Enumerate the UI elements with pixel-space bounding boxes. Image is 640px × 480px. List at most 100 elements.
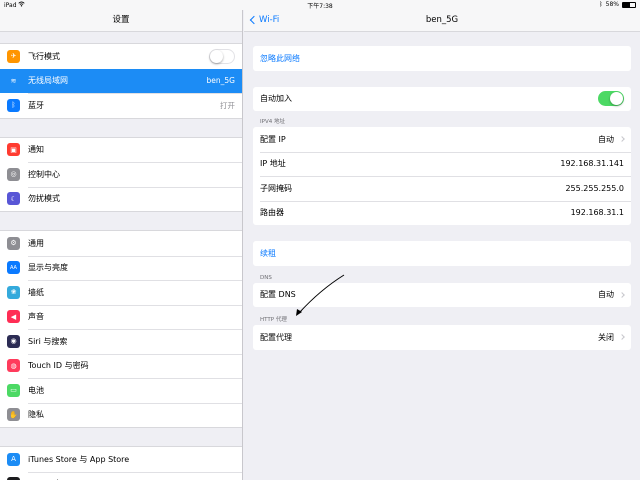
status-time: 下午7:38 [307,3,333,10]
status-bar: iPad 下午7:38 ᛒ 58% [0,0,640,10]
sidebar-item-label: 隐私 [28,410,44,420]
ipv4-row[interactable]: 配置 IP 自动 [253,127,631,152]
sidebar-item-battery[interactable]: ▭ 电池 [0,378,242,403]
ipv4-value: 255.255.255.0 [565,183,624,193]
sidebar-item-label: 蓝牙 [28,100,44,110]
sidebar-item-app-store[interactable]: AiTunes Store 与 App Store [0,447,242,472]
sidebar-item-notifications[interactable]: ▣ 通知 [0,138,242,163]
dns-value: 自动 [598,290,614,300]
battery-level-icon [622,1,636,8]
sidebar-item-label: 飞行模式 [28,51,60,61]
airplane-icon: ✈ [7,49,20,63]
control-center-icon: ◎ [7,167,20,181]
sidebar-item-label: 无线局域网 [28,76,68,86]
sidebar-item-label: iTunes Store 与 App Store [28,454,130,464]
sound-icon: ◀ [7,310,20,324]
settings-group: AiTunes Store 与 App Store▤Wallet 与 Apple… [0,446,242,480]
status-right: ᛒ 58% [599,1,636,8]
gear-icon: ⚙ [7,236,20,250]
sidebar-item-wifi[interactable]: ≋ 无线局域网 ben_5G [0,68,242,93]
sidebar-item-label: 电池 [28,385,44,395]
proxy-section-title: HTTP 代理 [260,317,287,323]
settings-sidebar: 设置 ✈ 飞行模式 ≋ 无线局域网 ben_5G ᛒ 蓝牙 打开 ▣ 通知 ◎ 控制中心 ☾ 勿扰模式 ⚙ 通… [0,10,243,480]
dns-card: 配置 DNS 自动 [253,282,631,308]
sidebar-item-siri[interactable]: ◉ Siri 与搜索 [0,329,242,354]
sidebar-item-display[interactable]: AA 显示与亮度 [0,255,242,281]
sidebar-item-gear[interactable]: ⚙ 通用 [0,231,242,256]
airplane-mode-toggle[interactable] [209,48,235,64]
renew-lease-button[interactable]: 续租 [253,241,631,266]
chevron-right-icon [619,334,625,341]
chevron-left-icon [249,15,259,25]
battery-icon: ▭ [7,383,20,397]
sidebar-item-sound[interactable]: ◀ 声音 [0,304,242,330]
wallpaper-icon: ❀ [7,285,20,299]
forget-network-button[interactable]: 忽略此网络 [253,46,631,71]
detail-header: Wi-Fi ben_5G [244,10,640,32]
forget-network-card: 忽略此网络 [253,46,631,71]
back-button[interactable]: Wi-Fi [249,10,279,30]
ipv4-label: 配置 IP [260,134,286,144]
dns-section-title: DNS [260,274,272,281]
auto-join-toggle[interactable] [598,91,624,107]
ipv4-row: 子网掩码 255.255.255.0 [253,176,631,201]
display-icon: AA [7,261,20,275]
auto-join-label: 自动加入 [260,94,292,104]
ipv4-value: 自动 [598,134,614,144]
notifications-icon: ▣ [7,143,20,157]
sidebar-item-value: 打开 [220,100,235,110]
sidebar-item-wallet[interactable]: ▤Wallet 与 Apple Pay [0,471,242,480]
sidebar-item-control-center[interactable]: ◎ 控制中心 [0,162,242,187]
sidebar-item-label: 墙纸 [28,287,44,297]
proxy-card: 配置代理 关闭 [253,325,631,350]
dns-row[interactable]: 配置 DNS 自动 [253,283,631,308]
sidebar-item-airplane[interactable]: ✈ 飞行模式 [0,44,242,69]
settings-group: ⚙ 通用 AA 显示与亮度 ❀ 墙纸 ◀ 声音 ◉ Siri 与搜索 ◍ Touch ID 与密码 ▭ 电… [0,230,242,428]
fingerprint-icon: ◍ [7,359,20,373]
auto-join-row: 自动加入 [253,87,631,112]
settings-group: ▣ 通知 ◎ 控制中心 ☾ 勿扰模式 [0,136,242,212]
sidebar-item-label: 通知 [28,145,44,155]
renew-lease-label: 续租 [260,248,276,258]
chevron-right-icon [619,136,625,143]
sidebar-item-value: ben_5G [206,76,235,86]
ipv4-card: 配置 IP 自动 IP 地址 192.168.31.141 子网掩码 255.255.25… [253,127,631,225]
ipv4-row: IP 地址 192.168.31.141 [253,151,631,177]
sidebar-item-fingerprint[interactable]: ◍ Touch ID 与密码 [0,353,242,379]
sidebar-item-bluetooth[interactable]: ᛒ 蓝牙 打开 [0,93,242,118]
toggle-knob [210,49,223,63]
sidebar-item-hand[interactable]: ✋ 隐私 [0,402,242,428]
back-label: Wi-Fi [259,15,280,25]
ipv4-section-title: IPV4 地址 [260,119,285,125]
sidebar-title: 设置 [0,10,242,32]
forget-network-label: 忽略此网络 [260,53,300,63]
wifi-icon: ≋ [7,74,20,88]
ipv4-value: 192.168.31.141 [560,159,624,169]
proxy-value: 关闭 [598,332,614,342]
moon-icon: ☾ [7,192,20,206]
wifi-detail-pane: Wi-Fi ben_5G 忽略此网络 自动加入 IPV4 地址 配置 IP 自动 I… [244,10,640,480]
proxy-row[interactable]: 配置代理 关闭 [253,325,631,350]
sidebar-item-label: Touch ID 与密码 [28,361,89,371]
ipv4-label: 路由器 [260,208,284,218]
battery-percent: 58% [605,1,619,8]
sidebar-item-label: 声音 [28,312,44,322]
settings-group: ✈ 飞行模式 ≋ 无线局域网 ben_5G ᛒ 蓝牙 打开 [0,43,242,119]
sidebar-groups: ✈ 飞行模式 ≋ 无线局域网 ben_5G ᛒ 蓝牙 打开 ▣ 通知 ◎ 控制中心 ☾ 勿扰模式 ⚙ 通用 AA… [0,43,242,480]
sidebar-item-label: 控制中心 [28,169,60,179]
sidebar-item-label: 显示与亮度 [28,263,68,273]
toggle-knob [610,92,623,106]
renew-lease-card: 续租 [253,241,631,266]
bluetooth-status-icon: ᛒ [599,1,603,8]
sidebar-item-moon[interactable]: ☾ 勿扰模式 [0,186,242,212]
siri-icon: ◉ [7,334,20,348]
ipv4-label: 子网掩码 [260,183,292,193]
sidebar-item-label: 通用 [28,238,44,248]
ipv4-label: IP 地址 [260,159,286,169]
sidebar-item-label: 勿扰模式 [28,194,60,204]
sidebar-item-wallpaper[interactable]: ❀ 墙纸 [0,280,242,305]
hand-icon: ✋ [7,408,20,422]
